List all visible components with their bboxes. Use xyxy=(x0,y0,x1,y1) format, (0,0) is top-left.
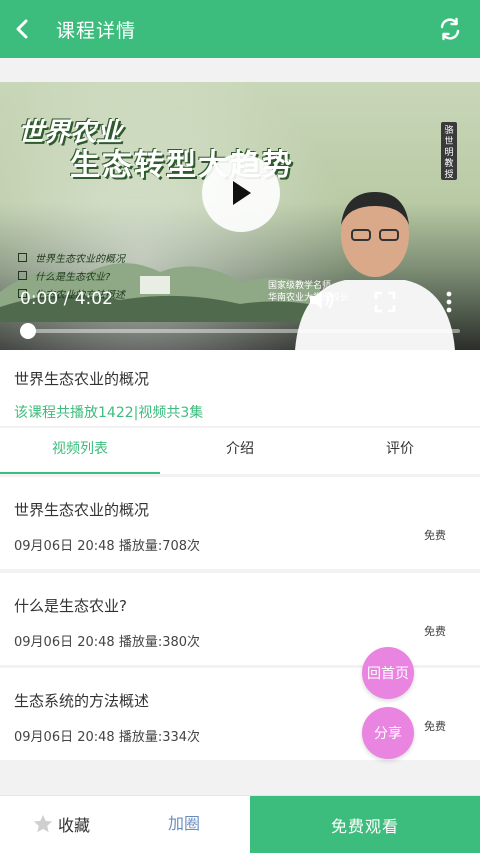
episode-meta: 09月06日 20:48 播放量:380次 xyxy=(14,635,201,650)
lecturer-badge: 骆世明教授 xyxy=(441,122,457,180)
course-title: 世界生态农业的概况 xyxy=(14,370,150,388)
episode-title: 生态系统的方法概述 xyxy=(14,692,150,710)
more-options-icon[interactable] xyxy=(444,290,454,314)
list-item[interactable]: 什么是生态农业? 09月06日 20:48 播放量:380次 免费 xyxy=(0,573,480,665)
tab-video-list[interactable]: 视频列表 xyxy=(0,428,160,474)
home-fab-button[interactable]: 回首页 xyxy=(362,647,414,699)
course-stats: 该课程共播放1422|视频共3集 xyxy=(14,405,204,421)
free-watch-button[interactable]: 免费观看 xyxy=(250,796,480,853)
play-icon xyxy=(233,181,251,205)
free-badge: 免费 xyxy=(424,720,446,733)
episode-meta: 09月06日 20:48 播放量:334次 xyxy=(14,730,201,745)
chevron-left-icon xyxy=(16,19,28,39)
tab-bar: 视频列表 介绍 评价 xyxy=(0,428,480,474)
poster-topic: 世界生态农业的概况 xyxy=(18,248,125,266)
favorite-button[interactable]: 收藏 xyxy=(32,796,90,852)
back-button[interactable] xyxy=(0,0,44,58)
fullscreen-icon[interactable] xyxy=(374,291,396,313)
video-time: 0:00 / 4:02 xyxy=(20,289,113,309)
volume-icon[interactable] xyxy=(308,288,336,312)
bottom-action-bar: 收藏 加圈 免费观看 xyxy=(0,795,480,853)
video-player[interactable]: 世界农业 生态转型大趋势 骆世明教授 世界生态农业的概况 什么是生态农业? 生态… xyxy=(0,82,480,350)
poster-topic: 什么是生态农业? xyxy=(18,266,125,284)
progress-handle[interactable] xyxy=(20,323,36,339)
episode-title: 世界生态农业的概况 xyxy=(14,501,150,519)
course-info: 世界生态农业的概况 该课程共播放1422|视频共3集 xyxy=(0,350,480,426)
refresh-button[interactable] xyxy=(434,13,466,45)
share-fab-button[interactable]: 分享 xyxy=(362,707,414,759)
page-title: 课程详情 xyxy=(56,19,137,42)
play-button[interactable] xyxy=(202,154,280,232)
favorite-label: 收藏 xyxy=(58,816,91,835)
free-badge: 免费 xyxy=(424,529,446,542)
app-header: 课程详情 xyxy=(0,0,480,58)
lecturer-portrait xyxy=(295,192,455,350)
episode-title: 什么是生态农业? xyxy=(14,597,127,615)
free-badge: 免费 xyxy=(424,625,446,638)
progress-track[interactable] xyxy=(26,329,460,333)
tab-introduction[interactable]: 介绍 xyxy=(160,428,320,474)
join-circle-button[interactable]: 加圈 xyxy=(168,796,200,852)
tab-reviews[interactable]: 评价 xyxy=(320,428,480,474)
refresh-icon xyxy=(440,17,460,41)
star-icon xyxy=(33,814,53,833)
list-item[interactable]: 世界生态农业的概况 09月06日 20:48 播放量:708次 免费 xyxy=(0,477,480,569)
episode-meta: 09月06日 20:48 播放量:708次 xyxy=(14,539,201,554)
